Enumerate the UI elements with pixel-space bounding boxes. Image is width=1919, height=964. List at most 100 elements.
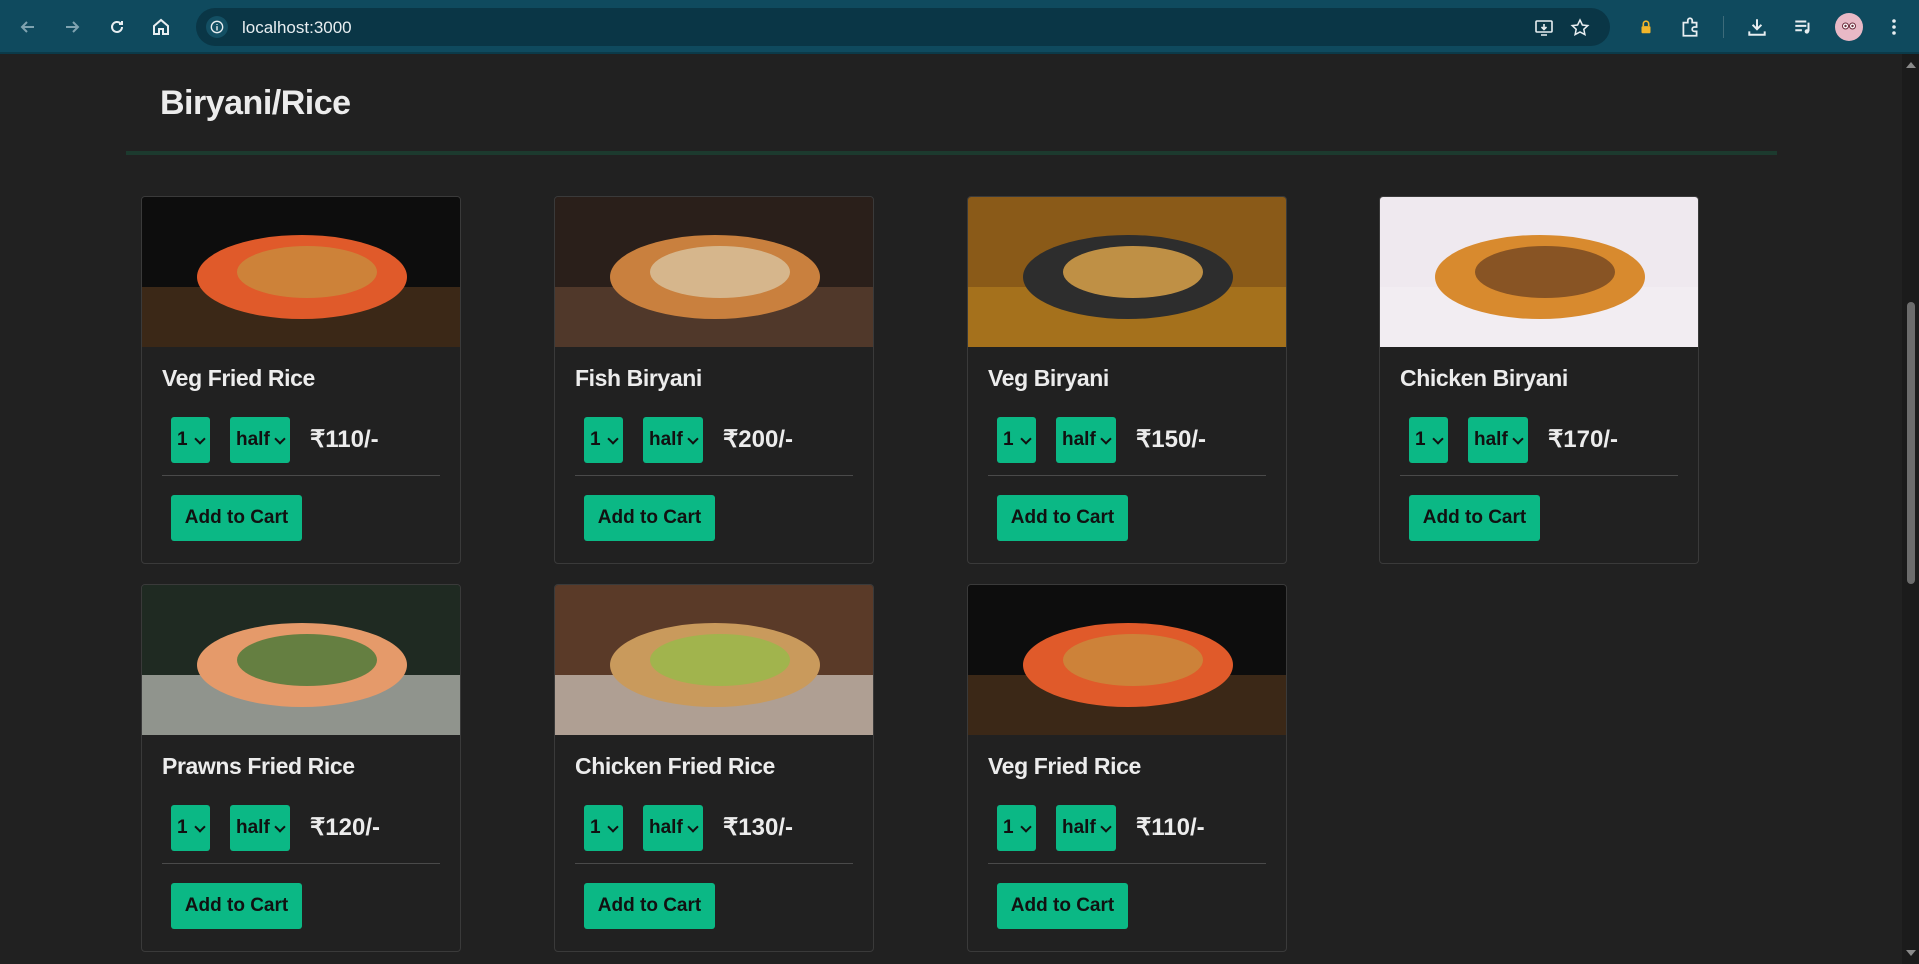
media-queue-icon[interactable] (1789, 13, 1817, 41)
home-icon (153, 18, 169, 35)
portion-size-select[interactable]: half (643, 417, 703, 463)
food-price: ₹130/- (723, 814, 793, 841)
food-name: Veg Fried Rice (988, 753, 1141, 779)
quantity-select[interactable]: 1 (171, 805, 210, 851)
card-divider (162, 863, 440, 864)
url-text: localhost:3000 (242, 18, 352, 37)
food-image (555, 197, 873, 347)
portion-size-select[interactable]: half (643, 805, 703, 851)
food-price: ₹120/- (310, 814, 380, 841)
lock-extension-icon[interactable] (1632, 13, 1660, 41)
browser-toolbar: localhost:3000 (0, 0, 1919, 54)
add-to-cart-button[interactable]: Add to Cart (1409, 495, 1540, 541)
food-image (1380, 197, 1698, 347)
add-to-cart-button[interactable]: Add to Cart (171, 495, 302, 541)
food-card: Prawns Fried Rice 1 half ₹120/- Add to C… (141, 584, 461, 952)
chevron-down-icon (607, 433, 619, 445)
food-image (968, 585, 1286, 735)
profile-avatar[interactable] (1835, 13, 1863, 41)
reload-icon (111, 20, 123, 33)
chevron-down-icon (607, 821, 619, 833)
food-price: ₹170/- (1548, 426, 1618, 453)
food-image (968, 197, 1286, 347)
quantity-value: 1 (1415, 429, 1426, 450)
card-divider (162, 475, 440, 476)
quantity-select[interactable]: 1 (997, 805, 1036, 851)
food-price: ₹110/- (310, 426, 379, 453)
section-divider (126, 151, 1777, 155)
extensions-puzzle-icon[interactable] (1676, 13, 1704, 41)
add-to-cart-button[interactable]: Add to Cart (584, 495, 715, 541)
portion-size-value: half (649, 817, 683, 838)
portion-size-value: half (1062, 817, 1096, 838)
quantity-value: 1 (177, 429, 188, 450)
portion-size-select[interactable]: half (1056, 417, 1116, 463)
portion-size-value: half (1062, 429, 1096, 450)
quantity-value: 1 (590, 429, 601, 450)
back-button[interactable] (14, 13, 42, 41)
portion-size-select[interactable]: half (230, 805, 290, 851)
food-image (555, 585, 873, 735)
portion-size-value: half (236, 429, 270, 450)
portion-size-value: half (649, 429, 683, 450)
portion-size-value: half (236, 817, 270, 838)
chevron-down-icon (1100, 433, 1112, 445)
scroll-thumb[interactable] (1907, 302, 1915, 584)
chevron-down-icon (687, 821, 699, 833)
food-price: ₹110/- (1136, 814, 1205, 841)
quantity-value: 1 (177, 817, 188, 838)
chevron-down-icon (274, 433, 286, 445)
food-name: Prawns Fried Rice (162, 753, 355, 779)
scroll-up-arrow-icon[interactable] (1906, 62, 1916, 68)
food-name: Veg Biryani (988, 365, 1109, 391)
portion-size-select[interactable]: half (1468, 417, 1528, 463)
avatar-face-icon (1842, 22, 1856, 30)
quantity-value: 1 (590, 817, 601, 838)
quantity-select[interactable]: 1 (997, 417, 1036, 463)
address-bar[interactable]: localhost:3000 (196, 8, 1610, 46)
portion-size-select[interactable]: half (230, 417, 290, 463)
site-info-icon[interactable] (206, 16, 228, 38)
food-image (142, 197, 460, 347)
quantity-select[interactable]: 1 (584, 805, 623, 851)
quantity-select[interactable]: 1 (171, 417, 210, 463)
quantity-value: 1 (1003, 817, 1014, 838)
add-to-cart-button[interactable]: Add to Cart (997, 883, 1128, 929)
chevron-down-icon (687, 433, 699, 445)
home-button[interactable] (147, 13, 175, 41)
quantity-select[interactable]: 1 (584, 417, 623, 463)
menu-kebab-icon[interactable] (1880, 13, 1908, 41)
food-card: Veg Fried Rice 1 half ₹110/- Add to Cart (141, 196, 461, 564)
install-app-icon[interactable] (1533, 17, 1555, 39)
forward-button[interactable] (58, 13, 86, 41)
card-divider (1400, 475, 1678, 476)
page-scrollbar[interactable] (1902, 54, 1919, 964)
food-name: Chicken Fried Rice (575, 753, 775, 779)
section-title: Biryani/Rice (160, 84, 351, 122)
quantity-select[interactable]: 1 (1409, 417, 1448, 463)
chevron-down-icon (1100, 821, 1112, 833)
scroll-down-arrow-icon[interactable] (1906, 950, 1916, 956)
arrow-left-icon (20, 21, 34, 33)
chevron-down-icon (274, 821, 286, 833)
add-to-cart-button[interactable]: Add to Cart (171, 883, 302, 929)
food-card: Veg Biryani 1 half ₹150/- Add to Cart (967, 196, 1287, 564)
food-card: Chicken Fried Rice 1 half ₹130/- Add to … (554, 584, 874, 952)
reload-button[interactable] (103, 13, 131, 41)
downloads-icon[interactable] (1743, 13, 1771, 41)
quantity-value: 1 (1003, 429, 1014, 450)
food-card: Veg Fried Rice 1 half ₹110/- Add to Cart (967, 584, 1287, 952)
portion-size-select[interactable]: half (1056, 805, 1116, 851)
add-to-cart-button[interactable]: Add to Cart (997, 495, 1128, 541)
card-divider (988, 475, 1266, 476)
chevron-down-icon (194, 821, 206, 833)
chevron-down-icon (1512, 433, 1524, 445)
food-card: Chicken Biryani 1 half ₹170/- Add to Car… (1379, 196, 1699, 564)
chevron-down-icon (1020, 821, 1032, 833)
food-name: Fish Biryani (575, 365, 702, 391)
add-to-cart-button[interactable]: Add to Cart (584, 883, 715, 929)
card-divider (575, 863, 853, 864)
food-name: Veg Fried Rice (162, 365, 315, 391)
bookmark-star-icon[interactable] (1569, 17, 1591, 39)
card-divider (575, 475, 853, 476)
